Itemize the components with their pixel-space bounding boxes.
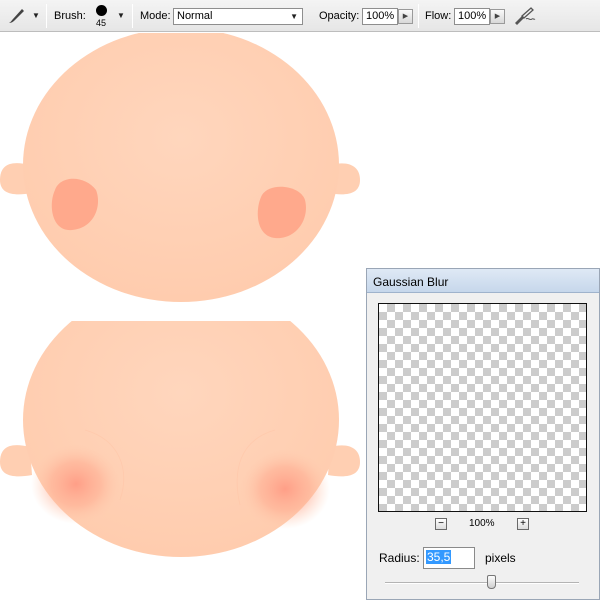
dialog-title: Gaussian Blur	[373, 275, 449, 289]
radius-label: Radius:	[379, 551, 420, 565]
brush-tool-icon[interactable]	[6, 6, 28, 26]
face-shape	[23, 33, 339, 302]
radius-slider-track[interactable]	[385, 582, 579, 584]
radius-input[interactable]: 35,5	[423, 547, 475, 569]
brush-size: 45	[96, 18, 107, 28]
mode-label: Mode:	[140, 10, 171, 22]
radius-value: 35,5	[426, 550, 452, 564]
mode-value: Normal	[177, 10, 213, 22]
tool-preset-dropdown-icon[interactable]: ▼	[32, 11, 40, 20]
preview-area[interactable]	[378, 303, 587, 512]
radius-unit-label: pixels	[485, 551, 516, 565]
right-cheek-blurred	[240, 449, 330, 529]
opacity-label: Opacity:	[319, 10, 360, 22]
zoom-level: 100%	[469, 518, 495, 529]
separator	[418, 4, 419, 28]
head-top	[0, 33, 360, 302]
zoom-in-button[interactable]: +	[517, 518, 529, 530]
brush-preview-icon[interactable]	[96, 5, 107, 16]
separator	[46, 4, 47, 28]
brush-dropdown-icon[interactable]: ▼	[117, 11, 125, 20]
brush-label: Brush:	[54, 10, 86, 22]
flow-label: Flow:	[425, 10, 452, 22]
flow-slider-button[interactable]: ▶	[490, 9, 505, 24]
opacity-slider-button[interactable]: ▶	[398, 9, 413, 24]
separator	[132, 4, 133, 28]
radius-slider-thumb[interactable]	[487, 575, 497, 589]
flow-input[interactable]: 100%	[454, 8, 490, 25]
opacity-input[interactable]: 100%	[362, 8, 398, 25]
gaussian-blur-dialog: Gaussian Blur − 100% + Radius: 35,5 pixe…	[366, 268, 600, 600]
chevron-down-icon: ▼	[290, 12, 298, 21]
zoom-out-button[interactable]: −	[435, 518, 447, 530]
dialog-title-bar[interactable]: Gaussian Blur	[367, 269, 599, 293]
mode-select[interactable]: Normal ▼	[173, 8, 303, 25]
airbrush-icon[interactable]	[512, 5, 536, 27]
left-cheek-blurred	[31, 444, 121, 524]
head-bottom	[0, 321, 360, 557]
options-bar: ▼ Brush: 45 ▼ Mode: Normal ▼ Opacity: 10…	[0, 0, 600, 32]
